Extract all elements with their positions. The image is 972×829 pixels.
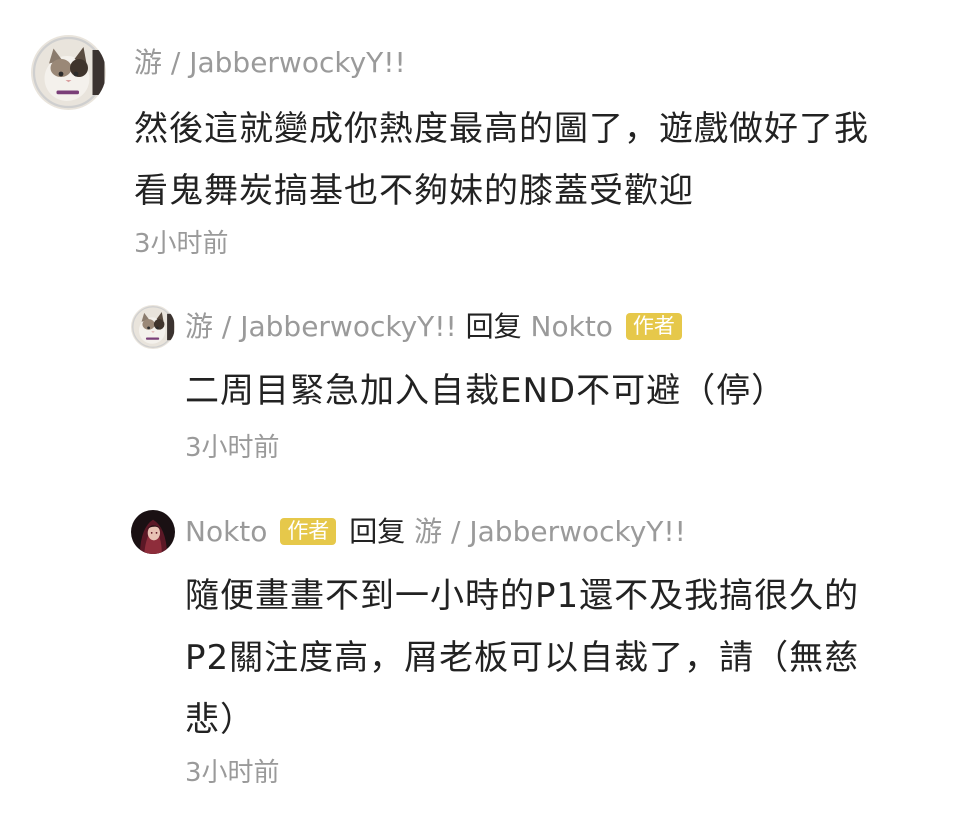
- comment-text-line: 看鬼舞炭搞基也不夠妹的膝蓋受歡迎: [134, 171, 694, 211]
- cat-avatar-icon[interactable]: [131, 305, 175, 349]
- username[interactable]: Nokto: [185, 515, 267, 548]
- reply-text: 隨便畫畫不到一小時的P1還不及我搞很久的 P2關注度高，屑老板可以自裁了，請（無…: [185, 565, 955, 751]
- comment-text: 然後這就變成你熱度最高的圖了，遊戲做好了我 看鬼舞炭搞基也不夠妹的膝蓋受歡迎: [134, 98, 954, 222]
- comment-text-line: P2關注度高，屑老板可以自裁了，請（無慈: [185, 638, 860, 678]
- comment-text-line: 然後這就變成你熱度最高的圖了，遊戲做好了我: [134, 109, 869, 149]
- author-badge: 作者: [280, 518, 337, 545]
- timestamp: 3小时前: [185, 433, 280, 463]
- comment-text-line: 隨便畫畫不到一小時的P1還不及我搞很久的: [185, 576, 860, 616]
- username[interactable]: 游 / JabberwockyY!!: [134, 46, 406, 79]
- comment-text-line: 悲）: [185, 700, 255, 740]
- timestamp: 3小时前: [134, 229, 229, 259]
- username[interactable]: 游 / JabberwockyY!!: [185, 310, 457, 343]
- author-badge: 作者: [625, 313, 682, 340]
- reply-meta: Nokto 作者 回复 游 / JabberwockyY!!: [185, 518, 686, 546]
- comment-meta: 游 / JabberwockyY!!: [134, 49, 406, 77]
- reply-label: 回复: [465, 310, 522, 343]
- reply-target-username[interactable]: Nokto: [531, 310, 613, 343]
- reply-meta: 游 / JabberwockyY!! 回复 Nokto 作者: [185, 313, 686, 341]
- reply-target-username[interactable]: 游 / JabberwockyY!!: [414, 515, 686, 548]
- timestamp: 3小时前: [185, 758, 280, 788]
- reply-label: 回复: [349, 515, 406, 548]
- comment-text-line: 二周目緊急加入自裁END不可避（停）: [185, 371, 787, 411]
- character-avatar-icon[interactable]: [131, 510, 175, 554]
- cat-avatar-icon[interactable]: [31, 35, 106, 110]
- reply-text: 二周目緊急加入自裁END不可避（停）: [185, 360, 955, 422]
